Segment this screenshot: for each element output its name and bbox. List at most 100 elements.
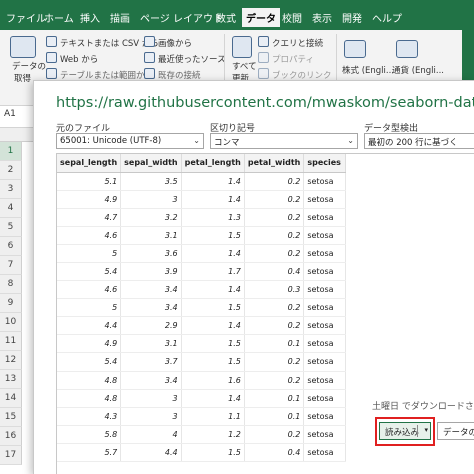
table-cell: 5.1 bbox=[57, 172, 122, 191]
tab-formulas[interactable]: 数式 bbox=[216, 10, 236, 25]
row-number[interactable]: 10 bbox=[0, 313, 22, 332]
table-cell: 3.2 bbox=[120, 208, 182, 227]
table-cell: 0.2 bbox=[244, 316, 305, 336]
get-data-button[interactable]: データの bbox=[12, 60, 46, 72]
table-cell: 1.4 bbox=[181, 244, 245, 263]
queries-connections-button[interactable]: クエリと接続 bbox=[272, 37, 323, 49]
chevron-down-icon: ⌄ bbox=[193, 136, 200, 145]
web-globe-icon bbox=[46, 52, 57, 63]
row-number[interactable]: 8 bbox=[0, 275, 22, 294]
tab-developer[interactable]: 開発 bbox=[342, 10, 362, 25]
file-origin-select[interactable]: 65001: Unicode (UTF-8) ⌄ bbox=[56, 133, 204, 149]
table-cell: 4.9 bbox=[57, 334, 122, 354]
row-number[interactable]: 4 bbox=[0, 199, 22, 218]
table-cell: 5 bbox=[57, 244, 122, 263]
table-cell: setosa bbox=[303, 226, 347, 245]
table-cell: 4.8 bbox=[57, 371, 122, 390]
row-number[interactable]: 3 bbox=[0, 180, 22, 199]
table-cell: 0.2 bbox=[244, 172, 305, 191]
table-cell: setosa bbox=[303, 425, 347, 444]
table-cell: 0.4 bbox=[244, 262, 305, 282]
table-row: 5 3.4 1.5 0.2 setosa bbox=[57, 298, 347, 318]
tab-insert[interactable]: 挿入 bbox=[80, 10, 100, 25]
get-data-button-line2[interactable]: 取得 bbox=[14, 72, 31, 84]
row-number[interactable]: 9 bbox=[0, 294, 22, 313]
table-cell: 3 bbox=[120, 407, 182, 426]
table-cell: 3.4 bbox=[120, 280, 182, 300]
column-header: petal_length bbox=[181, 154, 245, 173]
from-web-button[interactable]: Web から bbox=[60, 53, 98, 65]
tab-draw[interactable]: 描画 bbox=[110, 10, 130, 25]
table-cell: 1.5 bbox=[181, 352, 245, 372]
row-number[interactable]: 14 bbox=[0, 389, 22, 408]
properties-button[interactable]: プロパティ bbox=[272, 53, 314, 65]
transform-data-button[interactable]: データの変 bbox=[437, 422, 474, 440]
table-cell: 0.2 bbox=[244, 208, 305, 227]
row-number[interactable]: 5 bbox=[0, 218, 22, 237]
row-number[interactable]: 2 bbox=[0, 161, 22, 180]
table-cell: setosa bbox=[303, 334, 347, 354]
table-cell: 3.5 bbox=[120, 172, 182, 191]
refresh-all-button[interactable]: すべて bbox=[232, 60, 257, 72]
table-cell: setosa bbox=[303, 371, 347, 390]
row-number[interactable]: 6 bbox=[0, 237, 22, 256]
row-number[interactable]: 13 bbox=[0, 370, 22, 389]
row-number[interactable]: 7 bbox=[0, 256, 22, 275]
column-header: species bbox=[303, 154, 347, 173]
from-picture-button[interactable]: 画像から bbox=[158, 37, 192, 49]
table-cell: 1.2 bbox=[181, 425, 245, 444]
download-timestamp-note: 土曜日 でダウンロードさ bbox=[372, 402, 474, 412]
properties-icon bbox=[258, 52, 269, 63]
stocks-button[interactable]: 株式 (Engli... bbox=[342, 64, 394, 76]
queries-icon bbox=[258, 36, 269, 47]
table-cell: setosa bbox=[303, 443, 347, 463]
highlight-box bbox=[375, 417, 435, 446]
delimiter-select[interactable]: コンマ ⌄ bbox=[210, 133, 358, 149]
row-number[interactable]: 17 bbox=[0, 446, 22, 465]
get-data-icon[interactable] bbox=[10, 36, 36, 58]
refresh-all-icon[interactable] bbox=[232, 36, 252, 58]
currency-icon[interactable] bbox=[396, 40, 418, 58]
table-cell: 1.5 bbox=[181, 443, 245, 463]
table-cell: 3.1 bbox=[120, 334, 182, 354]
tab-file[interactable]: ファイル bbox=[6, 10, 46, 25]
tab-view[interactable]: 表示 bbox=[312, 10, 332, 25]
data-type-detection-select[interactable]: 最初の 200 行に基づく bbox=[364, 133, 474, 149]
tab-data[interactable]: データ bbox=[242, 8, 280, 29]
table-row: 5.8 4 1.2 0.2 setosa bbox=[57, 425, 347, 444]
tab-review[interactable]: 校閲 bbox=[282, 10, 302, 25]
row-number[interactable]: 11 bbox=[0, 332, 22, 351]
table-cell: 1.4 bbox=[181, 172, 245, 191]
stocks-bank-icon[interactable] bbox=[344, 40, 366, 58]
table-cell: setosa bbox=[303, 352, 347, 372]
table-cell: 1.5 bbox=[181, 226, 245, 245]
ribbon-tab-bar: ファイル ホーム 挿入 描画 ページ レイアウト 数式 データ 校閲 表示 開発… bbox=[0, 0, 474, 30]
table-cell: 0.2 bbox=[244, 425, 305, 444]
currencies-button[interactable]: 通貨 (Engli... bbox=[392, 64, 444, 76]
table-cell: 3.7 bbox=[120, 352, 182, 372]
existing-connections-icon bbox=[144, 68, 155, 79]
preview-table: sepal_length sepal_width petal_length pe… bbox=[57, 154, 347, 463]
table-cell: 5.7 bbox=[57, 443, 122, 463]
table-cell: 1.4 bbox=[181, 316, 245, 336]
column-header: sepal_width bbox=[120, 154, 182, 173]
chevron-down-icon: ⌄ bbox=[347, 136, 354, 145]
name-box[interactable]: A1 bbox=[4, 109, 16, 119]
table-cell: 4.7 bbox=[57, 208, 122, 227]
tab-help[interactable]: ヘルプ bbox=[372, 10, 402, 25]
row-number[interactable]: 12 bbox=[0, 351, 22, 370]
table-cell: 0.1 bbox=[244, 334, 305, 354]
table-row: 5.1 3.5 1.4 0.2 setosa bbox=[57, 172, 347, 191]
recent-sources-button[interactable]: 最近使ったソース bbox=[158, 53, 226, 65]
csv-import-dialog: https://raw.githubusercontent.com/mwasko… bbox=[33, 80, 474, 474]
row-number[interactable]: 1 bbox=[0, 142, 22, 161]
table-cell: 0.2 bbox=[244, 371, 305, 390]
csv-file-icon bbox=[46, 36, 57, 47]
row-number[interactable]: 15 bbox=[0, 408, 22, 427]
tab-home[interactable]: ホーム bbox=[44, 10, 74, 25]
table-cell: 3.1 bbox=[120, 226, 182, 245]
tab-page-layout[interactable]: ページ レイアウト bbox=[140, 10, 223, 25]
table-cell: setosa bbox=[303, 208, 347, 227]
table-cell: 3.4 bbox=[120, 371, 182, 390]
row-number[interactable]: 16 bbox=[0, 427, 22, 446]
